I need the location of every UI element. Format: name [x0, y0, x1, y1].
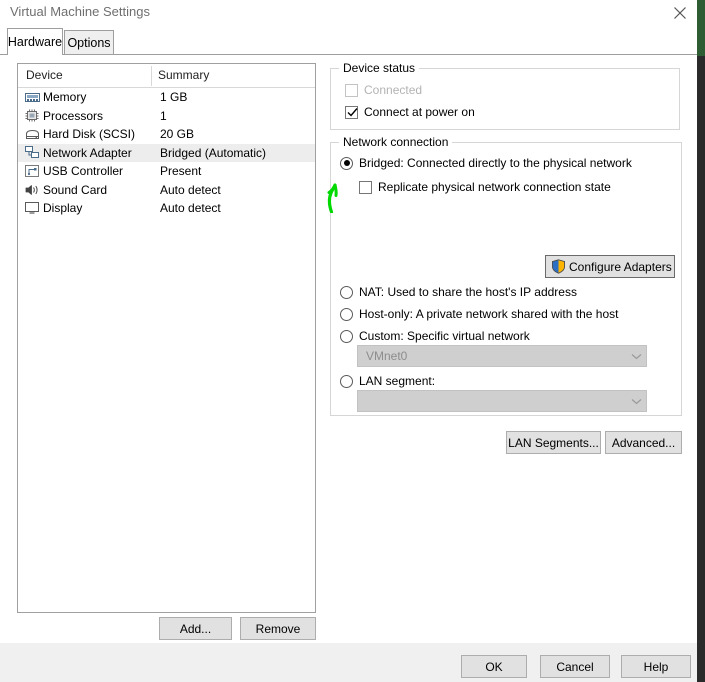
device-summary: 1	[160, 108, 167, 123]
network-adapter-icon	[23, 145, 41, 161]
help-button[interactable]: Help	[621, 655, 691, 678]
close-icon[interactable]	[657, 0, 703, 26]
device-name: Processors	[43, 108, 104, 123]
connect-at-power-on-checkbox-row[interactable]: Connect at power on	[345, 105, 475, 119]
device-name: Sound Card	[43, 182, 108, 197]
network-connection-group-title: Network connection	[339, 135, 453, 149]
cancel-button[interactable]: Cancel	[540, 655, 610, 678]
radio-lan-segment-indicator[interactable]	[340, 374, 353, 388]
device-name: Display	[43, 201, 83, 216]
column-separator	[151, 66, 152, 86]
sound-card-icon	[23, 182, 41, 198]
device-status-group-title: Device status	[339, 61, 420, 75]
title-bar: Virtual Machine Settings	[0, 0, 697, 26]
radio-custom[interactable]: Custom: Specific virtual network	[340, 329, 530, 343]
table-row[interactable]: Sound Card Auto detect	[18, 181, 315, 200]
device-list-header: Device Summary	[18, 64, 315, 88]
chevron-down-icon	[626, 390, 646, 412]
table-row[interactable]: Network Adapter Bridged (Automatic)	[18, 143, 315, 162]
display-icon	[23, 200, 41, 216]
network-connection-group: Network connection Bridged: Connected di…	[330, 135, 682, 416]
dialog-client-area: Device Summary Memory 1 GB Processors 1 …	[0, 54, 697, 643]
table-row[interactable]: USB Controller Present	[18, 162, 315, 181]
custom-network-dropdown: VMnet0	[357, 345, 647, 367]
memory-icon	[23, 89, 41, 105]
table-row[interactable]: Hard Disk (SCSI) 20 GB	[18, 125, 315, 144]
replicate-state-checkbox-row[interactable]: Replicate physical network connection st…	[359, 180, 611, 194]
ok-button[interactable]: OK	[461, 655, 527, 678]
radio-bridged[interactable]: Bridged: Connected directly to the physi…	[340, 156, 632, 170]
advanced-button[interactable]: Advanced...	[605, 431, 682, 454]
replicate-state-checkbox[interactable]	[359, 180, 372, 194]
device-summary: Auto detect	[160, 182, 221, 197]
device-list-rows: Memory 1 GB Processors 1 Hard Disk (SCSI…	[18, 88, 315, 218]
column-header-device[interactable]: Device	[26, 68, 63, 82]
desktop-edge-dark	[697, 56, 705, 682]
connected-checkbox-row: Connected	[345, 83, 422, 97]
checkmark-icon	[347, 107, 358, 117]
device-name: Hard Disk (SCSI)	[43, 127, 136, 142]
connect-at-power-on-checkbox[interactable]	[345, 105, 358, 119]
table-row[interactable]: Memory 1 GB	[18, 88, 315, 107]
table-row[interactable]: Processors 1	[18, 107, 315, 126]
device-summary: Bridged (Automatic)	[160, 145, 267, 160]
radio-lan-segment[interactable]: LAN segment:	[340, 374, 435, 388]
device-name: Memory	[43, 90, 87, 105]
uac-shield-icon	[551, 259, 566, 274]
tab-strip: Hardware Options	[0, 26, 697, 55]
radio-host-only[interactable]: Host-only: A private network shared with…	[340, 307, 618, 321]
lan-segment-dropdown	[357, 390, 647, 412]
usb-controller-icon	[23, 163, 41, 179]
radio-custom-label: Custom: Specific virtual network	[359, 329, 530, 343]
device-list[interactable]: Device Summary Memory 1 GB Processors 1 …	[17, 63, 316, 613]
configure-adapters-label: Configure Adapters	[569, 259, 672, 274]
custom-network-value: VMnet0	[366, 349, 408, 363]
virtual-machine-settings-dialog: Virtual Machine Settings Hardware Option…	[0, 0, 697, 682]
device-summary: Present	[160, 164, 202, 179]
chevron-down-icon	[626, 345, 646, 367]
device-name: Network Adapter	[43, 145, 132, 160]
radio-host-only-indicator[interactable]	[340, 307, 353, 321]
remove-device-button[interactable]: Remove	[240, 617, 316, 640]
device-summary: 20 GB	[160, 127, 195, 142]
radio-nat-indicator[interactable]	[340, 285, 353, 299]
device-summary: 1 GB	[160, 90, 188, 105]
radio-nat-label: NAT: Used to share the host's IP address	[359, 285, 577, 299]
device-status-group: Device status Connected Connect at power…	[330, 61, 680, 130]
column-header-summary[interactable]: Summary	[158, 68, 209, 82]
screen: Virtual Machine Settings Hardware Option…	[0, 0, 705, 682]
replicate-state-label: Replicate physical network connection st…	[378, 180, 611, 194]
device-summary: Auto detect	[160, 201, 221, 216]
connected-checkbox	[345, 83, 358, 97]
lan-segments-button[interactable]: LAN Segments...	[506, 431, 601, 454]
add-device-button[interactable]: Add...	[159, 617, 232, 640]
radio-lan-segment-label: LAN segment:	[359, 374, 436, 388]
window-title: Virtual Machine Settings	[10, 4, 150, 19]
radio-nat[interactable]: NAT: Used to share the host's IP address	[340, 285, 577, 299]
connect-at-power-on-label: Connect at power on	[364, 105, 475, 119]
configure-adapters-button[interactable]: Configure Adapters	[545, 255, 675, 278]
processor-icon	[23, 108, 41, 124]
hard-disk-icon	[23, 126, 41, 142]
radio-host-only-label: Host-only: A private network shared with…	[359, 307, 619, 321]
device-name: USB Controller	[43, 164, 124, 179]
radio-bridged-label: Bridged: Connected directly to the physi…	[359, 156, 632, 170]
radio-custom-indicator[interactable]	[340, 329, 353, 343]
tab-options[interactable]: Options	[64, 30, 114, 55]
radio-bridged-indicator[interactable]	[340, 156, 353, 170]
tab-hardware-label: Hardware	[7, 35, 63, 49]
tab-hardware[interactable]: Hardware	[7, 28, 63, 55]
connected-label: Connected	[364, 83, 423, 97]
table-row[interactable]: Display Auto detect	[18, 199, 315, 218]
tab-options-label: Options	[67, 36, 111, 50]
